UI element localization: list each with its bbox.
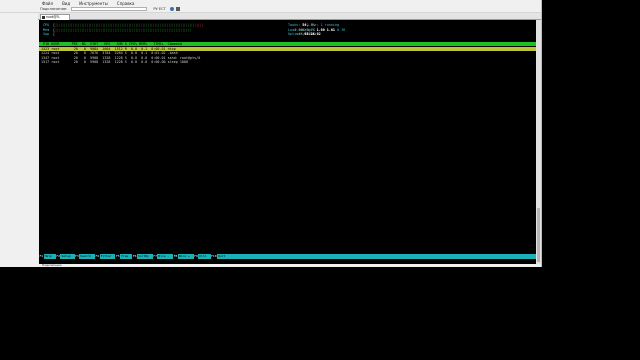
terminal-screen[interactable]: CPU [||||||||||||||||||||||||||||||||||||… <box>39 20 536 264</box>
fn-quit[interactable]: F10 Quit <box>210 254 227 259</box>
menu-help[interactable]: Справка <box>117 1 135 6</box>
fn-sortby[interactable]: F6 SortBy <box>132 254 149 259</box>
tasks-label: Tasks: <box>288 23 301 27</box>
load-label: Load average: <box>288 27 315 32</box>
fn-kill[interactable]: F9 Kill <box>193 254 208 259</box>
menu-tools[interactable]: Инструменты <box>79 1 108 6</box>
menu-file[interactable]: Файл <box>42 1 53 6</box>
load-value: 1.00 1.01 <box>316 27 335 32</box>
process-row[interactable]: 1517 root 20 0 5908 1328 1228 S 0.0 0.0 … <box>39 60 536 64</box>
cpu-meter-bar: ||||||||||||||||||||||||||||||||||||||||… <box>55 23 198 27</box>
scrollbar-thumb[interactable] <box>537 208 540 262</box>
tasks-extra: thr; 1 running <box>310 23 340 27</box>
fn-filter[interactable]: F4 Filter <box>94 254 112 259</box>
mem-meter: Mem [||||||||||||||||||||||||||||||||||||… <box>43 27 315 32</box>
cpu-meter: CPU [||||||||||||||||||||||||||||||||||||… <box>43 23 315 27</box>
fn-help[interactable]: F1 Help <box>39 254 53 259</box>
address-label: Подключение: <box>40 7 68 11</box>
fn-tree[interactable]: F5 Tree <box>115 254 129 259</box>
language-indicator[interactable]: РУ ЕСТ <box>153 7 165 11</box>
cpu-meter-bar-red: ||| <box>197 23 204 27</box>
toolbar: Подключение: РУ ЕСТ <box>0 6 541 13</box>
menu-view[interactable]: Вид <box>62 1 70 6</box>
terminal-app-window: Файл Вид Инструменты Справка Подключение… <box>0 0 542 267</box>
fn-search[interactable]: F3 Search <box>74 254 92 259</box>
help-icon[interactable] <box>169 7 174 11</box>
process-row[interactable]: 1347 root 20 0 5908 1328 1228 S 0.0 0.0 … <box>39 56 536 60</box>
process-row[interactable]: 1224 root 20 0 7676 3784 3264 S 0.0 0.1 … <box>39 51 536 55</box>
terminal-scrollbar[interactable] <box>536 20 541 264</box>
terminal-icon <box>42 16 45 19</box>
function-key-bar: F1 Help F2 Setup F3 Search F4 Filter F5 Tree … <box>39 254 536 259</box>
fn-nice-minus[interactable]: F7 Nice - <box>152 254 170 259</box>
uptime-stat: Uptime: 03:24:02 <box>288 32 321 36</box>
process-row[interactable]: 1523 root 20 0 9084 1664 1512 R 0.0 0.1 … <box>39 46 536 51</box>
load-extra: 0.76 <box>337 27 346 32</box>
uptime-label: Uptime: <box>288 32 303 36</box>
address-input[interactable] <box>71 7 148 11</box>
uptime-value: 03:24:02 <box>304 32 321 36</box>
tasks-value: 56, <box>302 23 309 27</box>
swap-meter-label: Swp <box>43 32 50 36</box>
process-table-header[interactable]: PID USER PRI NI VIRT RES SHR S CPU% MEM%… <box>39 42 536 46</box>
settings-icon[interactable] <box>175 7 180 11</box>
fn-setup[interactable]: F2 Setup <box>55 254 72 259</box>
tab-strip: root@5-ubuntu:~ <box>38 13 541 24</box>
status-bar: Подключено <box>38 264 541 267</box>
mem-meter-bar: ||||||||||||||||||||||||||||||||||||||||… <box>55 27 191 32</box>
fn-nice-plus[interactable]: F8 Nice + <box>173 254 190 259</box>
swap-meter: Swp[ 0K/1024K <box>43 32 315 36</box>
